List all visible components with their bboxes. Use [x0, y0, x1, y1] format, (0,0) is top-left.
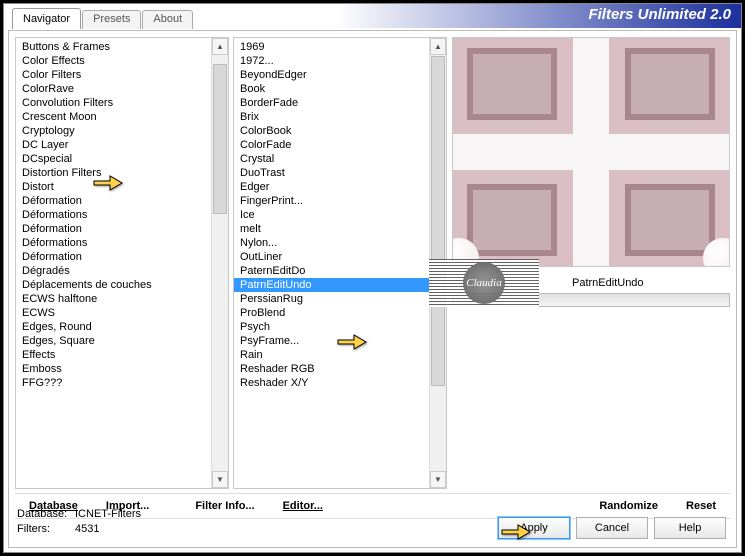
- tab-presets[interactable]: Presets: [82, 10, 141, 29]
- watermark: Claudia: [429, 259, 539, 307]
- list-item[interactable]: ECWS halftone: [16, 292, 211, 306]
- scrollbar-thumb[interactable]: [431, 56, 445, 386]
- list-item[interactable]: Crescent Moon: [16, 110, 211, 124]
- list-item[interactable]: ColorRave: [16, 82, 211, 96]
- list-item[interactable]: ColorBook: [234, 124, 429, 138]
- list-item[interactable]: DCspecial: [16, 152, 211, 166]
- app-title: Filters Unlimited 2.0: [588, 6, 731, 23]
- list-item[interactable]: Psych: [234, 320, 429, 334]
- list-item[interactable]: ProBlend: [234, 306, 429, 320]
- list-item[interactable]: Reshader RGB: [234, 362, 429, 376]
- scroll-up-icon[interactable]: ▲: [430, 38, 446, 55]
- list-item[interactable]: Déformation: [16, 250, 211, 264]
- list-item[interactable]: Déformation: [16, 222, 211, 236]
- list-item[interactable]: DuoTrast: [234, 166, 429, 180]
- preview-panel: [452, 37, 730, 267]
- pointer-annotation-icon: [336, 330, 370, 357]
- reset-button[interactable]: Reset: [672, 500, 730, 512]
- list-item[interactable]: Nylon...: [234, 236, 429, 250]
- scroll-down-icon[interactable]: ▼: [212, 471, 228, 488]
- status-db-value: ICNET-Filters: [75, 508, 141, 520]
- status-count-value: 4531: [75, 523, 99, 535]
- list-item[interactable]: Déformations: [16, 208, 211, 222]
- list-item[interactable]: Brix: [234, 110, 429, 124]
- status-count-label: Filters:: [17, 522, 75, 537]
- list-item[interactable]: Edges, Square: [16, 334, 211, 348]
- category-list-wrap: Buttons & FramesColor EffectsColor Filte…: [15, 37, 229, 489]
- list-item[interactable]: PerssianRug: [234, 292, 429, 306]
- list-item[interactable]: PsyFrame...: [234, 334, 429, 348]
- randomize-button[interactable]: Randomize: [585, 500, 672, 512]
- list-item[interactable]: Rain: [234, 348, 429, 362]
- list-item[interactable]: Reshader X/Y: [234, 376, 429, 390]
- list-item[interactable]: Déformations: [16, 236, 211, 250]
- cancel-button[interactable]: Cancel: [576, 517, 648, 539]
- dialog-window: Navigator Presets About Filters Unlimite…: [3, 3, 742, 553]
- list-item[interactable]: ColorFade: [234, 138, 429, 152]
- scrollbar-thumb[interactable]: [213, 64, 227, 214]
- list-item[interactable]: Edger: [234, 180, 429, 194]
- list-item[interactable]: FingerPrint...: [234, 194, 429, 208]
- lists-container: Buttons & FramesColor EffectsColor Filte…: [15, 37, 447, 489]
- status-bar: Database:ICNET-Filters Filters:4531: [17, 507, 141, 537]
- list-item[interactable]: FFG???: [16, 376, 211, 390]
- preview-image: [453, 38, 729, 266]
- scroll-up-icon[interactable]: ▲: [212, 38, 228, 55]
- editor-button[interactable]: Editor...: [269, 500, 337, 512]
- list-item[interactable]: Buttons & Frames: [16, 40, 211, 54]
- pointer-annotation-icon: [500, 520, 534, 547]
- list-item[interactable]: Crystal: [234, 152, 429, 166]
- titlebar: Navigator Presets About Filters Unlimite…: [4, 4, 741, 28]
- list-item[interactable]: Color Filters: [16, 68, 211, 82]
- list-item[interactable]: Effects: [16, 348, 211, 362]
- list-item[interactable]: BorderFade: [234, 96, 429, 110]
- content-panel: Buttons & FramesColor EffectsColor Filte…: [8, 30, 737, 548]
- filterinfo-button[interactable]: Filter Info...: [181, 500, 268, 512]
- list-item[interactable]: melt: [234, 222, 429, 236]
- list-item[interactable]: PaternEditDo: [234, 264, 429, 278]
- help-button[interactable]: Help: [654, 517, 726, 539]
- list-item[interactable]: Dégradés: [16, 264, 211, 278]
- pointer-annotation-icon: [92, 171, 126, 198]
- category-list[interactable]: Buttons & FramesColor EffectsColor Filte…: [16, 38, 211, 488]
- tab-bar: Navigator Presets About: [12, 8, 194, 29]
- list-item[interactable]: OutLiner: [234, 250, 429, 264]
- list-item[interactable]: Cryptology: [16, 124, 211, 138]
- filter-list-wrap: 19691972...BeyondEdgerBookBorderFadeBrix…: [233, 37, 447, 489]
- list-item[interactable]: 1969: [234, 40, 429, 54]
- tab-about[interactable]: About: [142, 10, 193, 29]
- category-scrollbar[interactable]: ▲ ▼: [211, 38, 228, 488]
- list-item[interactable]: BeyondEdger: [234, 68, 429, 82]
- list-item[interactable]: Ice: [234, 208, 429, 222]
- filter-list[interactable]: 19691972...BeyondEdgerBookBorderFadeBrix…: [234, 38, 429, 488]
- list-item[interactable]: Edges, Round: [16, 320, 211, 334]
- list-item[interactable]: PatrnEditUndo: [234, 278, 429, 292]
- list-item[interactable]: Emboss: [16, 362, 211, 376]
- list-item[interactable]: Convolution Filters: [16, 96, 211, 110]
- list-item[interactable]: Déplacements de couches: [16, 278, 211, 292]
- list-item[interactable]: DC Layer: [16, 138, 211, 152]
- tab-navigator[interactable]: Navigator: [12, 8, 81, 29]
- list-item[interactable]: Book: [234, 82, 429, 96]
- list-item[interactable]: ECWS: [16, 306, 211, 320]
- list-item[interactable]: Color Effects: [16, 54, 211, 68]
- status-db-label: Database:: [17, 507, 75, 522]
- scroll-down-icon[interactable]: ▼: [430, 471, 446, 488]
- list-item[interactable]: 1972...: [234, 54, 429, 68]
